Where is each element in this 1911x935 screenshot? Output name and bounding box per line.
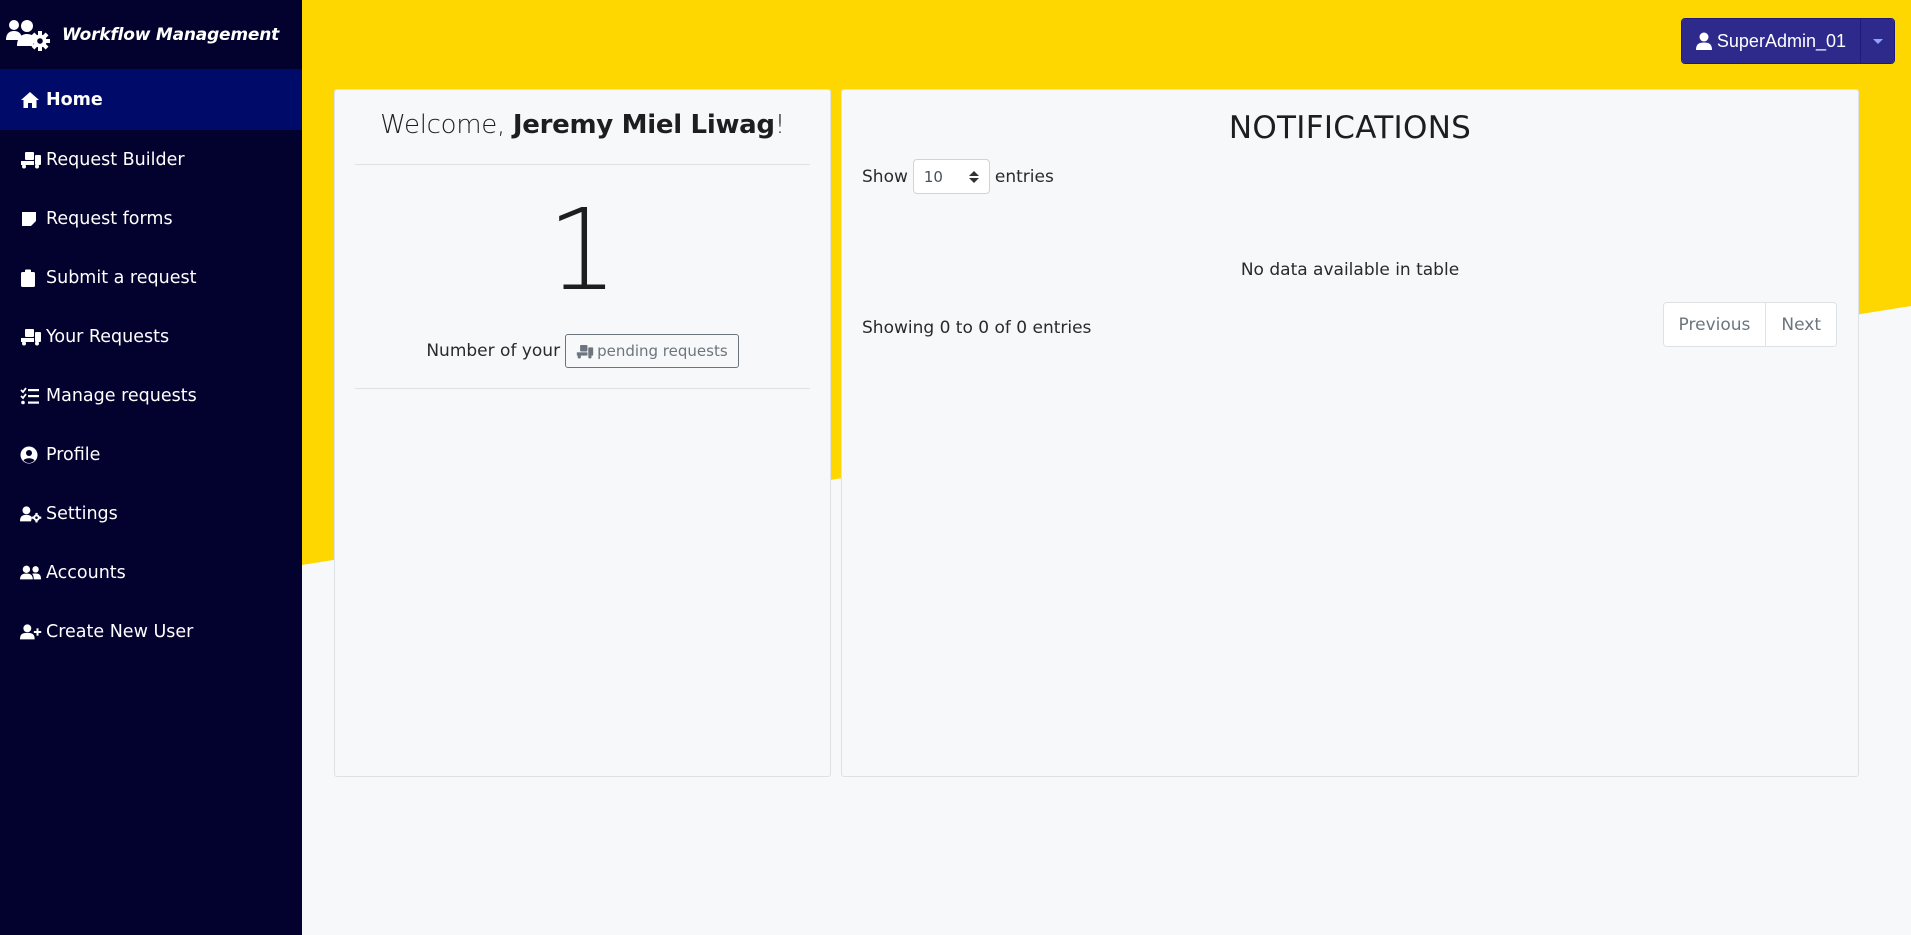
welcome-card: Welcome, Jeremy Miel Liwag! 1 Number of … xyxy=(334,89,831,777)
truck-ramp-box-icon xyxy=(576,344,594,359)
truck-ramp-box-icon xyxy=(20,327,42,347)
page-length-select[interactable]: 10 xyxy=(912,159,990,194)
select-arrows-icon xyxy=(968,170,979,183)
user-full-name: Jeremy Miel Liwag xyxy=(512,110,775,140)
sidebar-item-manage-requests[interactable]: Manage requests xyxy=(0,366,302,425)
sidebar-item-request-builder[interactable]: Request Builder xyxy=(0,130,302,189)
entries-label: entries xyxy=(994,166,1054,187)
divider xyxy=(355,164,810,165)
sidebar-item-home[interactable]: Home xyxy=(0,69,302,130)
user-group-icon xyxy=(20,563,42,583)
pending-button-label: pending requests xyxy=(597,342,728,360)
sidebar-item-label: Request Builder xyxy=(46,149,185,170)
pending-requests-button[interactable]: pending requests xyxy=(565,334,739,368)
user-menu: SuperAdmin_01 xyxy=(1680,18,1895,64)
sidebar-item-request-forms[interactable]: Request forms xyxy=(0,189,302,248)
sidebar-item-your-requests[interactable]: Your Requests xyxy=(0,307,302,366)
user-plus-icon xyxy=(20,622,42,642)
sidebar-item-label: Accounts xyxy=(46,562,126,583)
welcome-heading: Welcome, Jeremy Miel Liwag! xyxy=(335,90,830,164)
user-circle-icon xyxy=(20,445,42,465)
sidebar-item-accounts[interactable]: Accounts xyxy=(0,543,302,602)
user-menu-button[interactable]: SuperAdmin_01 xyxy=(1681,19,1860,63)
sidebar-item-label: Create New User xyxy=(46,621,194,642)
user-menu-toggle[interactable] xyxy=(1860,19,1894,63)
pending-requests-line: Number of your pending requests xyxy=(335,333,830,369)
page-length-value: 10 xyxy=(923,167,943,186)
previous-button[interactable]: Previous xyxy=(1663,303,1766,346)
user-gear-icon xyxy=(20,504,42,524)
table-info: Showing 0 to 0 of 0 entries xyxy=(862,318,1092,338)
app-title: Workflow Management xyxy=(62,24,280,45)
page-length-control: Show 10 entries xyxy=(862,159,1054,194)
notifications-card: NOTIFICATIONS Show 10 entries No data av… xyxy=(841,89,1859,777)
sticky-note-icon xyxy=(20,209,42,229)
sidebar-item-label: Settings xyxy=(46,503,118,524)
brand[interactable]: Workflow Management xyxy=(0,0,302,69)
sidebar-item-label: Your Requests xyxy=(46,326,170,347)
truck-ramp-box-icon xyxy=(20,150,42,170)
sidebar: Workflow Management Home Request Builder… xyxy=(0,0,302,935)
sidebar-item-profile[interactable]: Profile xyxy=(0,425,302,484)
welcome-prefix: Welcome, xyxy=(380,110,513,140)
list-check-icon xyxy=(20,386,42,406)
divider xyxy=(355,388,810,389)
chevron-down-icon xyxy=(1872,38,1883,44)
sidebar-item-submit-request[interactable]: Submit a request xyxy=(0,248,302,307)
sidebar-item-label: Home xyxy=(46,89,103,110)
home-icon xyxy=(20,90,42,110)
users-gear-icon xyxy=(4,15,52,55)
sidebar-nav: Home Request Builder Request forms Submi… xyxy=(0,69,302,661)
welcome-suffix: ! xyxy=(774,110,785,140)
empty-table-message: No data available in table xyxy=(1240,260,1460,280)
sidebar-item-label: Submit a request xyxy=(46,267,197,288)
sidebar-item-create-new-user[interactable]: Create New User xyxy=(0,602,302,661)
notifications-title: NOTIFICATIONS xyxy=(1228,110,1472,146)
user-menu-label: SuperAdmin_01 xyxy=(1716,30,1846,51)
show-label: Show xyxy=(862,166,908,187)
sidebar-item-settings[interactable]: Settings xyxy=(0,484,302,543)
pagination: Previous Next xyxy=(1662,302,1837,347)
user-icon xyxy=(1695,32,1712,50)
next-button[interactable]: Next xyxy=(1765,303,1836,346)
sidebar-item-label: Manage requests xyxy=(46,385,197,406)
sidebar-item-label: Profile xyxy=(46,444,101,465)
pending-count: 1 xyxy=(546,186,619,316)
sidebar-item-label: Request forms xyxy=(46,208,173,229)
clipboard-icon xyxy=(20,268,42,288)
pending-label: Number of your xyxy=(426,341,561,361)
